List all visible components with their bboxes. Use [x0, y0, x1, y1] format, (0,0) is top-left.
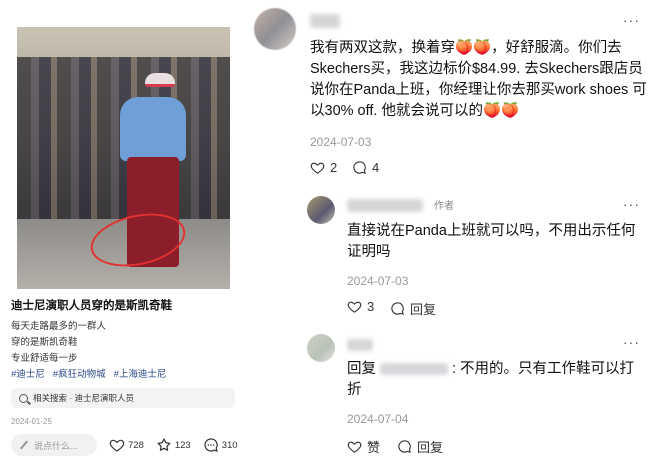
comment-reply-button[interactable]: 回复: [390, 299, 436, 318]
heart-icon: [347, 441, 362, 453]
tag-link[interactable]: #疯狂动物城: [53, 366, 106, 380]
comment-date: 2024-07-03: [310, 135, 372, 149]
comment-like-button[interactable]: 2: [310, 160, 337, 175]
comment-like-count: 2: [330, 160, 338, 175]
comment-input[interactable]: 说点什么...: [11, 434, 97, 456]
comment-like-button[interactable]: 3: [347, 299, 374, 314]
heart-icon: [109, 439, 125, 452]
author-badge: 作者: [434, 201, 454, 212]
post-desc-line: 每天走路最多的一群人: [11, 321, 107, 332]
commenter-name-blurred[interactable]: [310, 14, 340, 28]
photo-person-hat: [145, 73, 175, 87]
comment-reply-button[interactable]: 回复: [397, 437, 443, 456]
pencil-icon: [19, 440, 29, 450]
comment-like-button[interactable]: 赞: [347, 437, 380, 456]
more-options-icon[interactable]: ···: [623, 334, 640, 350]
post-desc-line: 专业舒适每一步: [11, 353, 78, 364]
more-options-icon[interactable]: ···: [623, 196, 640, 212]
tag-link[interactable]: #上海迪士尼: [114, 366, 167, 380]
post-photo[interactable]: [17, 27, 230, 289]
comment-text: 回复: 不用的。只有工作鞋可以打折: [347, 359, 647, 401]
heart-icon: [347, 301, 362, 313]
post-title: 迪士尼演职人员穿的是斯凯奇鞋: [11, 300, 172, 312]
comment-button[interactable]: 310: [203, 437, 238, 453]
more-options-icon[interactable]: ···: [623, 12, 640, 28]
commenter-avatar[interactable]: [254, 8, 296, 50]
reply-prefix: 回复: [347, 361, 376, 377]
like-count: 728: [128, 439, 144, 451]
comment-count: 310: [221, 439, 238, 451]
post-desc-line: 穿的是斯凯奇鞋: [11, 337, 78, 348]
comment-list: ··· 我有两双这款，换着穿🍑🍑，好舒服滴。你们去Skechers买，我这边标价…: [248, 0, 660, 470]
related-search-label: 相关搜索 · 迪士尼演职人员: [33, 393, 135, 403]
replier-name-blurred[interactable]: [347, 339, 373, 351]
comment-text: 我有两双这款，换着穿🍑🍑，好舒服滴。你们去Skechers买，我这边标价$84.…: [310, 40, 647, 120]
post-tags: #迪士尼 #疯狂动物城 #上海迪士尼: [11, 366, 166, 380]
reply-label: 回复: [410, 302, 437, 317]
post-card: 迪士尼演职人员穿的是斯凯奇鞋 每天走路最多的一群人 穿的是斯凯奇鞋 专业舒适每一…: [0, 0, 248, 470]
comment-like-count: 3: [367, 299, 375, 314]
search-icon: [19, 393, 28, 403]
comment-bubble-icon: [391, 302, 404, 315]
comment-input-placeholder: 说点什么...: [34, 440, 78, 451]
photo-person-shirt: [120, 97, 186, 161]
star-icon: [157, 438, 171, 451]
author-name-blurred[interactable]: [347, 199, 423, 212]
comment-bubble-icon: [398, 440, 411, 453]
replier-avatar[interactable]: [307, 334, 335, 362]
comment-text: 直接说在Panda上班就可以吗，不用出示任何证明吗: [347, 223, 636, 261]
comment-reply-button[interactable]: 4: [352, 160, 379, 175]
author-avatar[interactable]: [307, 196, 335, 224]
like-button[interactable]: 728: [109, 437, 144, 453]
comment-reply-count: 4: [372, 160, 380, 175]
related-search-button[interactable]: 相关搜索 · 迪士尼演职人员: [11, 388, 235, 408]
post-date: 2024-01-25: [11, 417, 52, 426]
favorite-count: 123: [174, 439, 191, 451]
reply-target-name-blurred[interactable]: [380, 363, 448, 376]
reply-label: 回复: [417, 440, 444, 455]
post-action-bar: 说点什么... 728 123 310: [11, 433, 241, 457]
comment-bubble-icon: [353, 161, 366, 174]
heart-icon: [310, 162, 325, 174]
comment-bubble-icon: [204, 438, 218, 452]
comment-date: 2024-07-03: [347, 274, 409, 288]
comment-date: 2024-07-04: [347, 412, 409, 426]
favorite-button[interactable]: 123: [156, 437, 191, 453]
like-label: 赞: [367, 440, 381, 455]
tag-link[interactable]: #迪士尼: [11, 366, 45, 380]
